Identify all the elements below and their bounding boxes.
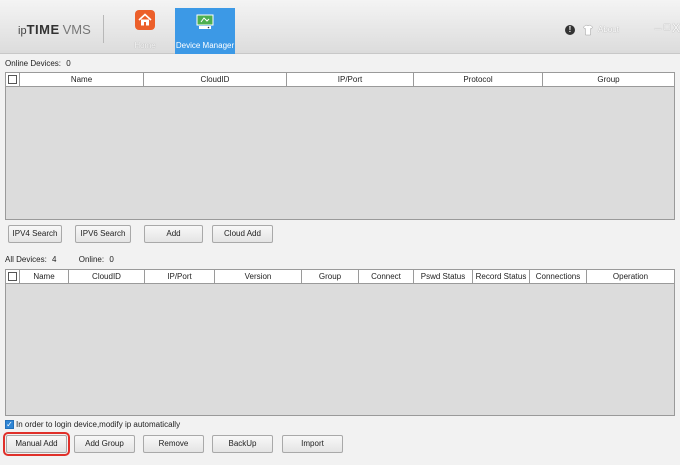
shirt-icon[interactable]	[583, 24, 593, 36]
all-table-header: Name CloudID IP/Port Version Group Conne…	[6, 270, 674, 284]
logo-divider	[103, 15, 104, 43]
about-link[interactable]: About	[598, 25, 619, 39]
all-col-operation[interactable]: Operation	[587, 270, 674, 283]
online-devices-table: Name CloudID IP/Port Protocol Group	[5, 72, 675, 220]
ipv6-search-button[interactable]: IPV6 Search	[75, 225, 131, 243]
online-select-all-cell	[6, 73, 20, 86]
cloud-add-button[interactable]: Cloud Add	[212, 225, 273, 243]
all-col-connections[interactable]: Connections	[530, 270, 587, 283]
import-button[interactable]: Import	[282, 435, 343, 453]
all-col-record-status[interactable]: Record Status	[473, 270, 530, 283]
vms-window: ipTIME VMS Home Device Manager ! About –…	[0, 0, 680, 465]
logo-time: TIME	[26, 22, 60, 37]
add-button[interactable]: Add	[144, 225, 203, 243]
online-col-protocol[interactable]: Protocol	[414, 73, 543, 86]
online-col-ipport[interactable]: IP/Port	[287, 73, 414, 86]
home-icon	[135, 10, 155, 30]
nav-tab-device-manager[interactable]: Device Manager	[175, 8, 235, 54]
manual-add-button[interactable]: Manual Add	[3, 432, 70, 456]
nav-tab-home[interactable]: Home	[128, 8, 162, 54]
auto-modify-ip-label: In order to login device,modify ip autom…	[16, 420, 181, 429]
remove-button[interactable]: Remove	[143, 435, 204, 453]
online-col-group[interactable]: Group	[543, 73, 674, 86]
all-devices-count: 4	[52, 255, 57, 264]
all-col-cloudid[interactable]: CloudID	[69, 270, 145, 283]
info-icon[interactable]: !	[565, 25, 575, 35]
online-select-all-checkbox[interactable]	[8, 75, 17, 84]
online-table-header: Name CloudID IP/Port Protocol Group	[6, 73, 674, 87]
all-col-name[interactable]: Name	[20, 270, 69, 283]
ipv4-search-button[interactable]: IPV4 Search	[8, 225, 62, 243]
online-devices-title: Online Devices:	[5, 59, 62, 68]
online-col-cloudid[interactable]: CloudID	[144, 73, 287, 86]
all-col-connect[interactable]: Connect	[359, 270, 414, 283]
online-devices-count: 0	[66, 59, 71, 68]
app-logo: ipTIME VMS	[18, 22, 91, 37]
device-manager-icon	[195, 12, 215, 32]
all-select-all-cell	[6, 270, 20, 283]
all-online-label: Online:	[78, 255, 105, 264]
all-col-ipport[interactable]: IP/Port	[145, 270, 215, 283]
header-bar: ipTIME VMS Home Device Manager ! About –…	[0, 0, 680, 54]
all-col-version[interactable]: Version	[215, 270, 302, 283]
all-devices-title: All Devices:	[5, 255, 47, 264]
logo-vms: VMS	[62, 22, 91, 37]
all-devices-label: All Devices: 4 Online: 0	[5, 255, 114, 264]
all-col-pswd-status[interactable]: Pswd Status	[414, 270, 473, 283]
nav-device-manager-label: Device Manager	[175, 41, 235, 50]
add-group-button[interactable]: Add Group	[74, 435, 135, 453]
logo-ip: ip	[18, 25, 27, 37]
all-devices-table: Name CloudID IP/Port Version Group Conne…	[5, 269, 675, 416]
all-select-all-checkbox[interactable]	[8, 272, 17, 281]
backup-button[interactable]: BackUp	[212, 435, 273, 453]
all-col-group[interactable]: Group	[302, 270, 359, 283]
nav-home-label: Home	[134, 41, 156, 50]
close-button[interactable]: X	[670, 21, 680, 35]
all-online-count: 0	[109, 255, 114, 264]
online-devices-label: Online Devices: 0	[5, 59, 71, 68]
online-col-name[interactable]: Name	[20, 73, 144, 86]
auto-modify-ip-checkbox[interactable]: ✓	[5, 420, 14, 429]
